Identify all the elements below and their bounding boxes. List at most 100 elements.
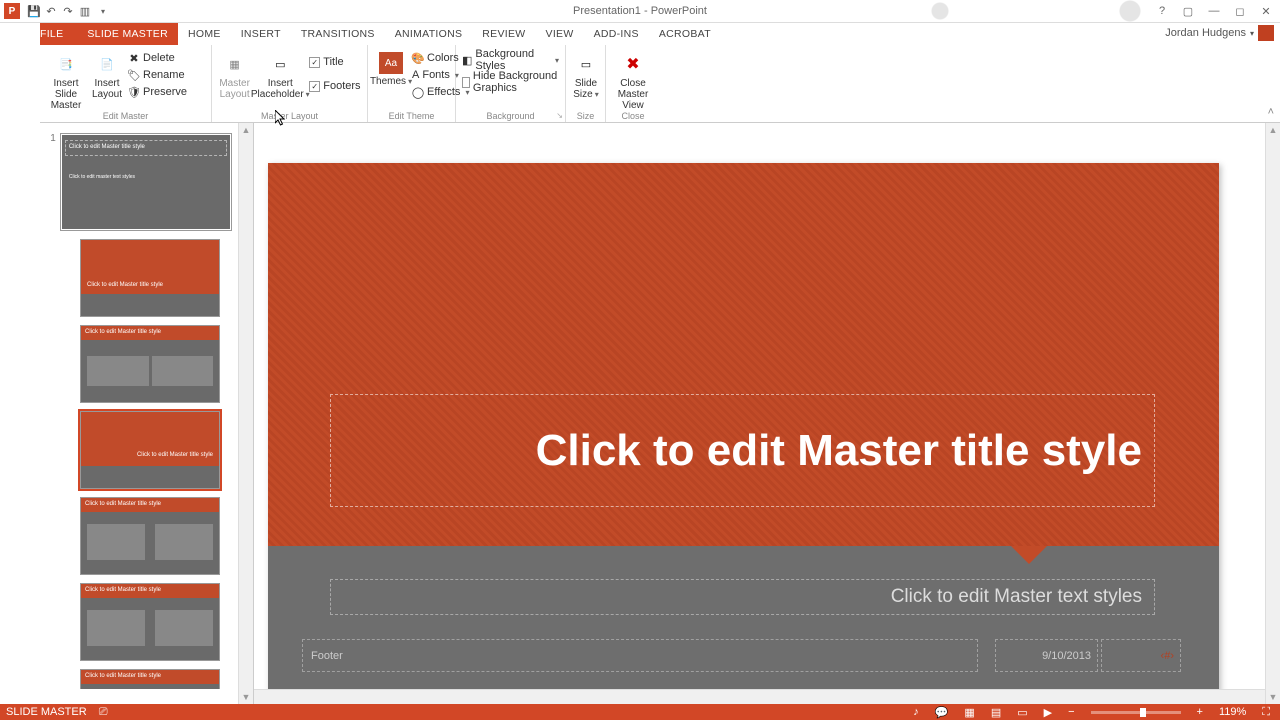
scroll-up-icon[interactable]: ▲ xyxy=(239,123,253,137)
group-label-size: Size xyxy=(566,111,605,121)
slide-canvas[interactable]: Click to edit Master title style Click t… xyxy=(268,163,1219,698)
scroll-down-icon[interactable]: ▼ xyxy=(239,690,253,704)
zoom-thumb[interactable] xyxy=(1140,708,1146,717)
checkbox-icon xyxy=(309,57,320,68)
tab-animations[interactable]: ANIMATIONS xyxy=(385,23,473,45)
user-account[interactable]: Jordan Hudgens ▾ xyxy=(1165,25,1274,41)
insert-slide-master-icon: 📑 xyxy=(52,52,80,76)
colors-button[interactable]: 🎨Colors xyxy=(412,50,456,66)
delete-icon: ✖ xyxy=(128,52,140,64)
hide-bg-checkbox[interactable]: Hide Background Graphics xyxy=(462,74,559,90)
rename-button[interactable]: 🏷Rename xyxy=(128,67,178,83)
ribbon: 📑 Insert Slide Master 📄 Insert Layout ✖D… xyxy=(0,45,1280,123)
app-icon: P xyxy=(4,3,20,19)
master-layout-icon: ▦ xyxy=(221,52,249,76)
zoom-slider[interactable] xyxy=(1091,711,1181,714)
effects-button[interactable]: ◯Effects xyxy=(412,84,456,100)
layout-thumb-6[interactable]: Click to edit Master title style xyxy=(80,669,220,689)
undo-icon[interactable]: ↶ xyxy=(44,4,58,18)
group-close: ✖ Close Master View Close xyxy=(606,45,660,122)
layout-thumb-2[interactable]: Click to edit Master title style xyxy=(80,325,220,403)
qat-customize-icon[interactable] xyxy=(95,4,109,18)
fit-to-window-icon[interactable]: ⛶ xyxy=(1256,706,1276,719)
start-from-beginning-icon[interactable]: ▥ xyxy=(78,4,92,18)
date-placeholder[interactable]: 9/10/2013 xyxy=(995,639,1098,672)
thumb-scrollbar[interactable]: ▲ ▼ xyxy=(238,123,253,704)
title-checkbox[interactable]: Title xyxy=(309,54,361,70)
effects-icon: ◯ xyxy=(412,86,424,98)
footer-placeholder[interactable]: Footer xyxy=(302,639,978,672)
master-thumb-row[interactable]: 1 Click to edit Master title style Click… xyxy=(46,133,232,231)
zoom-out-button[interactable]: − xyxy=(1062,706,1080,718)
insert-layout-icon: 📄 xyxy=(93,52,121,76)
delete-button[interactable]: ✖Delete xyxy=(128,50,178,66)
zoom-level[interactable]: 119% xyxy=(1213,706,1252,718)
window-title: Presentation1 - PowerPoint xyxy=(573,5,707,17)
layout-thumb-4[interactable]: Click to edit Master title style xyxy=(80,497,220,575)
themes-icon: Aa xyxy=(379,52,403,74)
slide-size-icon: ▭ xyxy=(572,52,600,76)
group-label-edit-theme: Edit Theme xyxy=(368,111,455,121)
normal-view-icon[interactable]: ▦ xyxy=(958,706,980,719)
title-placeholder[interactable]: Click to edit Master title style xyxy=(330,394,1155,507)
sorter-view-icon[interactable]: ▤ xyxy=(985,706,1007,719)
ribbon-tabs: FILE SLIDE MASTER HOME INSERT TRANSITION… xyxy=(0,23,1280,45)
group-edit-theme: Aa Themes 🎨Colors AFonts ◯Effects Edit T… xyxy=(368,45,456,122)
checkbox-icon xyxy=(309,81,320,92)
scroll-down-icon[interactable]: ▼ xyxy=(1266,690,1280,704)
comments-button[interactable]: 💬 xyxy=(929,706,955,719)
fonts-icon: A xyxy=(412,69,419,81)
close-master-icon: ✖ xyxy=(619,52,647,76)
group-label-edit-master: Edit Master xyxy=(40,111,211,121)
status-mode: SLIDE MASTER xyxy=(0,706,93,718)
group-background: ◧Background Styles Hide Background Graph… xyxy=(456,45,566,122)
thumbnail-pane: 1 Click to edit Master title style Click… xyxy=(40,123,254,704)
thumbnails[interactable]: 1 Click to edit Master title style Click… xyxy=(40,123,238,704)
group-label-background: Background xyxy=(456,111,565,121)
group-label-close: Close xyxy=(606,111,660,121)
tab-home[interactable]: HOME xyxy=(178,23,231,45)
tab-review[interactable]: REVIEW xyxy=(472,23,535,45)
horizontal-scrollbar[interactable] xyxy=(254,689,1265,704)
tab-transitions[interactable]: TRANSITIONS xyxy=(291,23,385,45)
layout-thumb-5[interactable]: Click to edit Master title style xyxy=(80,583,220,661)
layout-thumb-3[interactable]: Click to edit Master title style xyxy=(80,411,220,489)
footers-checkbox[interactable]: Footers xyxy=(309,78,361,94)
reading-view-icon[interactable]: ▭ xyxy=(1011,706,1033,719)
preserve-icon: 🛡 xyxy=(128,86,140,98)
notes-button[interactable]: ♪ xyxy=(907,706,925,718)
checkbox-icon xyxy=(462,77,470,88)
tab-slide-master[interactable]: SLIDE MASTER xyxy=(77,23,178,45)
tab-addins[interactable]: ADD-INS xyxy=(584,23,649,45)
colors-icon: 🎨 xyxy=(412,52,424,64)
group-edit-master: 📑 Insert Slide Master 📄 Insert Layout ✖D… xyxy=(40,45,212,122)
slide-arrow-decor xyxy=(1011,546,1047,564)
redo-icon[interactable]: ↷ xyxy=(61,4,75,18)
save-icon[interactable]: 💾 xyxy=(27,4,41,18)
dialog-launcher-icon[interactable]: ↘ xyxy=(556,111,563,120)
vertical-scrollbar[interactable]: ▲ ▼ xyxy=(1265,123,1280,704)
status-language-icon[interactable]: ⎚ xyxy=(93,706,114,719)
preserve-button[interactable]: 🛡Preserve xyxy=(128,84,178,100)
group-size: ▭ Slide Size Size xyxy=(566,45,606,122)
slide-master-thumb[interactable]: Click to edit Master title style Click t… xyxy=(60,133,232,231)
fonts-button[interactable]: AFonts xyxy=(412,67,456,83)
tab-view[interactable]: VIEW xyxy=(536,23,584,45)
quick-access-toolbar: P 💾 ↶ ↷ ▥ xyxy=(0,3,109,19)
background-styles-button[interactable]: ◧Background Styles xyxy=(462,52,559,68)
tab-insert[interactable]: INSERT xyxy=(231,23,291,45)
group-master-layout: ▦ Master Layout ▭ Insert Placeholder Tit… xyxy=(212,45,368,122)
status-bar: SLIDE MASTER ⎚ ♪ 💬 ▦ ▤ ▭ ▶ − + 119% ⛶ xyxy=(0,704,1280,720)
scroll-up-icon[interactable]: ▲ xyxy=(1266,123,1280,137)
group-label-master-layout: Master Layout xyxy=(212,111,367,121)
text-placeholder[interactable]: Click to edit Master text styles xyxy=(330,579,1155,615)
slide-number-placeholder[interactable]: ‹#› xyxy=(1101,639,1181,672)
zoom-in-button[interactable]: + xyxy=(1191,706,1209,718)
collapse-ribbon-icon[interactable]: ˄ xyxy=(1262,102,1280,122)
slideshow-view-icon[interactable]: ▶ xyxy=(1038,706,1058,719)
thumb-number: 1 xyxy=(46,133,56,144)
tab-acrobat[interactable]: ACROBAT xyxy=(649,23,721,45)
canvas-area: Click to edit Master title style Click t… xyxy=(254,123,1280,704)
left-gutter xyxy=(0,23,40,704)
layout-thumb-1[interactable]: Click to edit Master title style xyxy=(80,239,220,317)
